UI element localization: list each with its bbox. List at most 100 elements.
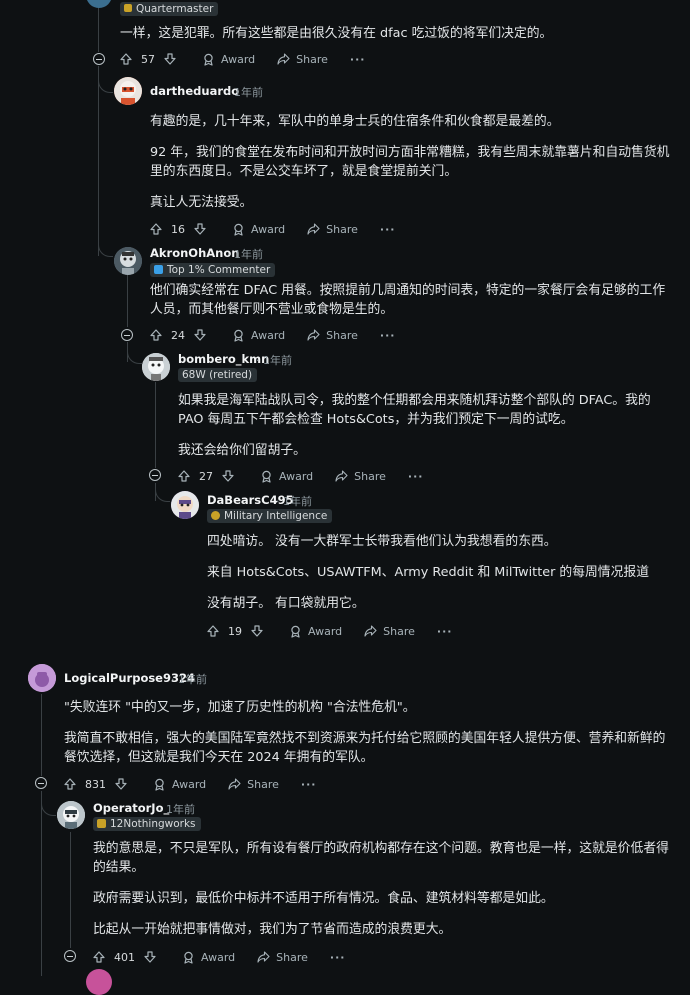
upvote-icon[interactable] xyxy=(207,625,219,637)
thread-branch xyxy=(98,232,113,257)
award-button[interactable]: Award xyxy=(202,53,255,66)
award-button[interactable]: Award xyxy=(153,778,206,791)
award-button[interactable]: Award xyxy=(260,470,313,483)
share-button[interactable]: Share xyxy=(307,223,358,236)
vote-control: 27 xyxy=(178,470,234,483)
thread-line[interactable] xyxy=(127,275,128,327)
username[interactable]: dartheduardo xyxy=(150,84,239,98)
username[interactable]: OperatorJo_ xyxy=(93,801,169,815)
vote-control: 16 xyxy=(150,223,206,236)
collapse-button[interactable] xyxy=(149,469,161,481)
downvote-icon[interactable] xyxy=(194,223,206,235)
avatar-image xyxy=(28,664,56,692)
avatar[interactable] xyxy=(171,491,199,519)
flair-emblem-icon xyxy=(124,4,132,12)
vote-count: 27 xyxy=(199,469,213,483)
share-button[interactable]: Share xyxy=(277,53,328,66)
comment-body: 他们确实经常在 DFAC 用餐。按照提前几周通知的时间表，特定的一家餐厅会有足够… xyxy=(150,283,666,317)
upvote-icon[interactable] xyxy=(93,951,105,963)
award-button[interactable]: Award xyxy=(232,329,285,342)
downvote-icon[interactable] xyxy=(144,951,156,963)
timestamp[interactable]: · 1年前 xyxy=(171,671,207,687)
thread-line[interactable] xyxy=(41,694,42,776)
comment-body: 四处暗访。 没有一大群军士长带我看他们认为我想看的东西。 来自 Hots&Cot… xyxy=(207,534,649,611)
more-options-button[interactable]: ··· xyxy=(437,625,453,638)
award-icon xyxy=(234,223,243,236)
avatar-image xyxy=(57,801,85,829)
avatar-image xyxy=(142,353,170,381)
comment-body: 如果我是海军陆战队司令，我的整个任期都会用来随机拜访整个部队的 DFAC。我的 … xyxy=(178,393,651,458)
upvote-icon[interactable] xyxy=(120,53,132,65)
military-intelligence-icon xyxy=(211,511,220,520)
more-options-button[interactable]: ··· xyxy=(380,223,396,236)
avatar-image xyxy=(114,77,142,105)
vote-control: 401 xyxy=(93,951,156,964)
upvote-icon[interactable] xyxy=(64,778,76,790)
share-icon xyxy=(228,778,241,790)
comment-actions: 27 Award Share ··· xyxy=(178,466,445,486)
avatar[interactable] xyxy=(57,801,85,829)
share-button[interactable]: Share xyxy=(364,625,415,638)
user-flair: Quartermaster xyxy=(120,2,219,16)
comment-actions: 57 Award Share ··· xyxy=(120,49,387,69)
thread-line[interactable] xyxy=(155,382,156,468)
share-button[interactable]: Share xyxy=(228,778,279,791)
avatar[interactable] xyxy=(86,969,112,995)
avatar[interactable] xyxy=(142,353,170,381)
user-flair: Top 1% Commenter xyxy=(150,263,276,277)
award-button[interactable]: Award xyxy=(232,223,285,236)
upvote-icon[interactable] xyxy=(150,223,162,235)
share-icon xyxy=(307,329,320,341)
award-icon xyxy=(204,53,213,66)
more-options-button[interactable]: ··· xyxy=(408,470,424,483)
award-icon xyxy=(184,951,193,964)
timestamp[interactable]: · 1年前 xyxy=(256,352,292,368)
timestamp[interactable]: · 1年前 xyxy=(227,84,263,100)
thread-line[interactable] xyxy=(98,66,99,256)
downvote-icon[interactable] xyxy=(115,778,127,790)
thread-branch xyxy=(155,486,170,502)
award-icon xyxy=(291,625,300,638)
timestamp[interactable]: · 1年前 xyxy=(227,246,263,262)
comment-actions: 831 Award Share ··· xyxy=(64,774,338,794)
share-button[interactable]: Share xyxy=(335,470,386,483)
vote-count: 24 xyxy=(171,328,185,342)
share-icon xyxy=(335,470,348,482)
avatar[interactable] xyxy=(28,664,56,692)
user-flair: Military Intelligence xyxy=(207,509,333,523)
downvote-icon[interactable] xyxy=(251,625,263,637)
thread-branch xyxy=(127,348,142,364)
share-button[interactable]: Share xyxy=(307,329,358,342)
award-icon xyxy=(262,470,271,483)
flair-emblem-icon xyxy=(97,819,106,828)
downvote-icon[interactable] xyxy=(194,329,206,341)
avatar[interactable] xyxy=(114,77,142,105)
upvote-icon[interactable] xyxy=(178,470,190,482)
collapse-button[interactable] xyxy=(35,777,47,789)
thread-line[interactable] xyxy=(70,832,71,948)
top-commenter-icon xyxy=(154,265,163,274)
timestamp[interactable]: · 1年前 xyxy=(276,493,312,509)
collapse-button[interactable] xyxy=(64,950,76,962)
comment-body: 有趣的是，几十年来，军队中的单身士兵的住宿条件和伙食都是最差的。 92 年，我们… xyxy=(150,114,670,210)
collapse-button[interactable] xyxy=(93,53,105,65)
avatar[interactable] xyxy=(86,0,112,8)
award-button[interactable]: Award xyxy=(182,951,235,964)
more-options-button[interactable]: ··· xyxy=(330,951,346,964)
avatar[interactable] xyxy=(114,247,142,275)
avatar-image xyxy=(114,247,142,275)
more-options-button[interactable]: ··· xyxy=(301,778,317,791)
collapse-button[interactable] xyxy=(121,329,133,341)
upvote-icon[interactable] xyxy=(150,329,162,341)
share-button[interactable]: Share xyxy=(257,951,308,964)
more-options-button[interactable]: ··· xyxy=(350,53,366,66)
thread-line[interactable] xyxy=(41,791,42,976)
more-options-button[interactable]: ··· xyxy=(380,329,396,342)
award-button[interactable]: Award xyxy=(289,625,342,638)
avatar-image xyxy=(171,491,199,519)
downvote-icon[interactable] xyxy=(222,470,234,482)
downvote-icon[interactable] xyxy=(164,53,176,65)
user-flair: 12Nothingworks xyxy=(93,817,201,831)
timestamp[interactable]: · 1年前 xyxy=(159,801,195,817)
share-icon xyxy=(257,951,270,963)
